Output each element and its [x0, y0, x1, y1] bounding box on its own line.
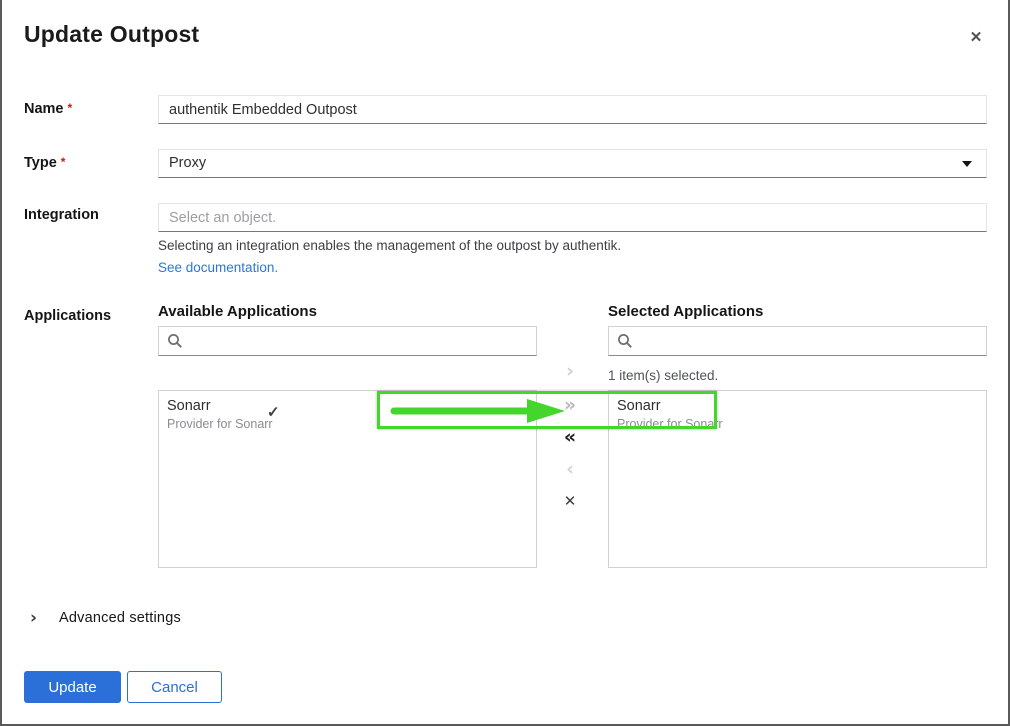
- cancel-button[interactable]: Cancel: [127, 671, 222, 703]
- search-icon: [167, 333, 183, 349]
- move-selected-left-button[interactable]: ‹: [556, 456, 584, 482]
- integration-label: Integration: [24, 207, 99, 223]
- applications-label: Applications: [24, 308, 111, 324]
- app-description: Provider for Sonarr: [167, 417, 528, 432]
- list-item-sonarr-selected[interactable]: Sonarr Provider for Sonarr: [609, 391, 986, 438]
- app-name: Sonarr: [167, 398, 528, 415]
- type-select-value: Proxy: [169, 155, 206, 171]
- selected-applications-list: Sonarr Provider for Sonarr: [608, 390, 987, 568]
- update-button[interactable]: Update: [24, 671, 121, 703]
- chevron-right-icon: ›: [30, 608, 37, 628]
- app-name: Sonarr: [617, 398, 978, 415]
- available-search: [158, 326, 537, 356]
- integration-input[interactable]: [158, 203, 987, 232]
- available-applications-list: Sonarr Provider for Sonarr ✓: [158, 390, 537, 568]
- app-description: Provider for Sonarr: [617, 417, 978, 432]
- move-all-right-button[interactable]: »: [556, 392, 584, 418]
- integration-helper-text: Selecting an integration enables the man…: [158, 238, 621, 253]
- advanced-settings-toggle[interactable]: › Advanced settings: [30, 608, 181, 628]
- update-outpost-dialog: Update Outpost ✕ Name * Type * Proxy Integ…: [0, 0, 1010, 726]
- selected-count-status: 1 item(s) selected.: [608, 368, 718, 383]
- window-edge-left: [0, 0, 2, 726]
- move-selected-right-button[interactable]: ›: [556, 358, 584, 384]
- close-icon[interactable]: ✕: [963, 25, 989, 51]
- search-icon: [617, 333, 633, 349]
- clear-selection-button[interactable]: ✕: [556, 488, 584, 514]
- type-label-text: Type: [24, 155, 57, 171]
- required-asterisk: *: [61, 155, 66, 169]
- check-icon: ✓: [267, 403, 280, 421]
- selected-search-input[interactable]: [639, 327, 978, 355]
- type-select[interactable]: Proxy: [158, 149, 987, 178]
- available-search-input[interactable]: [189, 327, 528, 355]
- advanced-settings-label: Advanced settings: [59, 610, 181, 626]
- name-label-text: Name: [24, 101, 64, 117]
- selected-applications-heading: Selected Applications: [608, 303, 763, 320]
- chevron-down-icon: [962, 161, 972, 167]
- available-applications-heading: Available Applications: [158, 303, 317, 320]
- see-documentation-link[interactable]: See documentation.: [158, 260, 278, 275]
- type-label: Type *: [24, 155, 65, 171]
- move-all-left-button[interactable]: «: [556, 424, 584, 450]
- required-asterisk: *: [68, 101, 73, 115]
- name-input[interactable]: [158, 95, 987, 124]
- page-title: Update Outpost: [24, 21, 199, 48]
- name-label: Name *: [24, 101, 72, 117]
- list-item-sonarr-available[interactable]: Sonarr Provider for Sonarr ✓: [159, 391, 536, 438]
- selected-search: [608, 326, 987, 356]
